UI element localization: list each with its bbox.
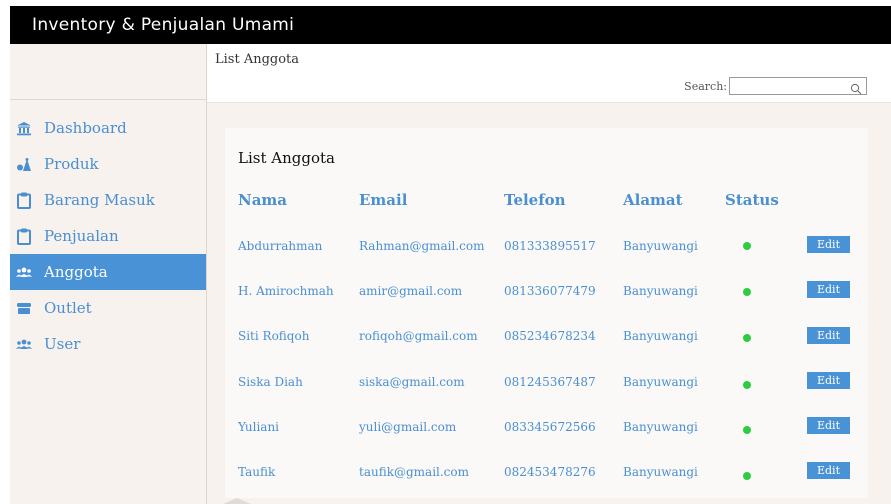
cell-nama: Abdurrahman [238, 239, 323, 253]
cell-telefon: 081245367487 [504, 375, 596, 389]
edit-button[interactable]: Edit [807, 281, 850, 298]
cell-telefon: 081333895517 [504, 239, 596, 253]
sidebar-item-anggota[interactable]: Anggota [10, 254, 206, 290]
edit-button[interactable]: Edit [807, 462, 850, 479]
sidebar-item-barang-masuk[interactable]: Barang Masuk [10, 182, 206, 218]
column-header-email: Email [359, 191, 408, 209]
breadcrumb: List Anggota [215, 52, 300, 67]
cell-nama: Siska Diah [238, 375, 303, 389]
card-title: List Anggota [238, 149, 335, 167]
sidebar-item-outlet[interactable]: Outlet [10, 290, 206, 326]
edit-button[interactable]: Edit [807, 327, 850, 344]
clipboard-icon [16, 227, 38, 245]
cell-telefon: 083345672566 [504, 420, 596, 434]
sidebar-item-user[interactable]: User [10, 326, 206, 362]
cell-alamat: Banyuwangi [623, 284, 698, 298]
sidebar: Dashboard Produk Barang Masuk Penjualan [10, 44, 207, 504]
sidebar-header [10, 44, 206, 100]
edit-button[interactable]: Edit [807, 372, 850, 389]
cell-email: siska@gmail.com [359, 375, 465, 389]
sidebar-item-label: Dashboard [44, 119, 127, 137]
content-area: List Anggota Nama Email Telefon Alamat S… [207, 103, 891, 504]
cell-nama: Yuliani [238, 420, 280, 434]
sidebar-item-produk[interactable]: Produk [10, 146, 206, 182]
sidebar-item-label: Produk [44, 155, 99, 173]
cell-alamat: Banyuwangi [623, 329, 698, 343]
scroll-indicator [223, 498, 251, 504]
anggota-card: List Anggota Nama Email Telefon Alamat S… [225, 128, 868, 498]
status-indicator [743, 426, 751, 434]
edit-button[interactable]: Edit [807, 236, 850, 253]
edit-button[interactable]: Edit [807, 417, 850, 434]
content-header: List Anggota Search: [207, 44, 891, 103]
search-input[interactable] [732, 82, 848, 99]
sidebar-item-label: Barang Masuk [44, 191, 155, 209]
store-icon [16, 299, 38, 317]
column-header-alamat: Alamat [623, 191, 683, 209]
status-indicator [743, 472, 751, 480]
bank-icon [16, 119, 38, 137]
status-indicator [743, 242, 751, 250]
users-icon [16, 263, 38, 281]
search-bar: Search: [684, 77, 867, 99]
cell-nama: Taufik [238, 465, 276, 479]
column-header-status: Status [725, 191, 779, 209]
sidebar-item-dashboard[interactable]: Dashboard [10, 110, 206, 146]
sidebar-item-label: User [44, 335, 81, 353]
cell-email: amir@gmail.com [359, 284, 463, 298]
sidebar-nav: Dashboard Produk Barang Masuk Penjualan [10, 110, 206, 362]
cell-alamat: Banyuwangi [623, 420, 698, 434]
status-indicator [743, 288, 751, 296]
users-icon [16, 335, 38, 353]
cell-email: rofiqoh@gmail.com [359, 329, 478, 343]
status-indicator [743, 334, 751, 342]
search-field[interactable] [729, 77, 867, 99]
cell-alamat: Banyuwangi [623, 239, 698, 253]
cell-alamat: Banyuwangi [623, 375, 698, 389]
produk-icon [16, 155, 38, 173]
sidebar-item-label: Anggota [44, 263, 108, 281]
cell-alamat: Banyuwangi [623, 465, 698, 479]
cell-email: taufik@gmail.com [359, 465, 470, 479]
app-window: Inventory & Penjualan Umami Dashboard Pr… [10, 6, 891, 504]
search-icon[interactable] [850, 80, 862, 99]
cell-telefon: 082453478276 [504, 465, 596, 479]
column-header-telefon: Telefon [504, 191, 566, 209]
clipboard-icon [16, 191, 38, 209]
cell-telefon: 081336077479 [504, 284, 596, 298]
app-title: Inventory & Penjualan Umami [10, 6, 891, 44]
cell-email: Rahman@gmail.com [359, 239, 485, 253]
search-label: Search: [684, 79, 727, 93]
cell-nama: Siti Rofiqoh [238, 329, 310, 343]
cell-telefon: 085234678234 [504, 329, 596, 343]
cell-nama: H. Amirochmah [238, 284, 334, 298]
column-header-nama: Nama [238, 191, 288, 209]
status-indicator [743, 381, 751, 389]
sidebar-item-label: Penjualan [44, 227, 119, 245]
cell-email: yuli@gmail.com [359, 420, 457, 434]
sidebar-item-label: Outlet [44, 299, 92, 317]
sidebar-item-penjualan[interactable]: Penjualan [10, 218, 206, 254]
